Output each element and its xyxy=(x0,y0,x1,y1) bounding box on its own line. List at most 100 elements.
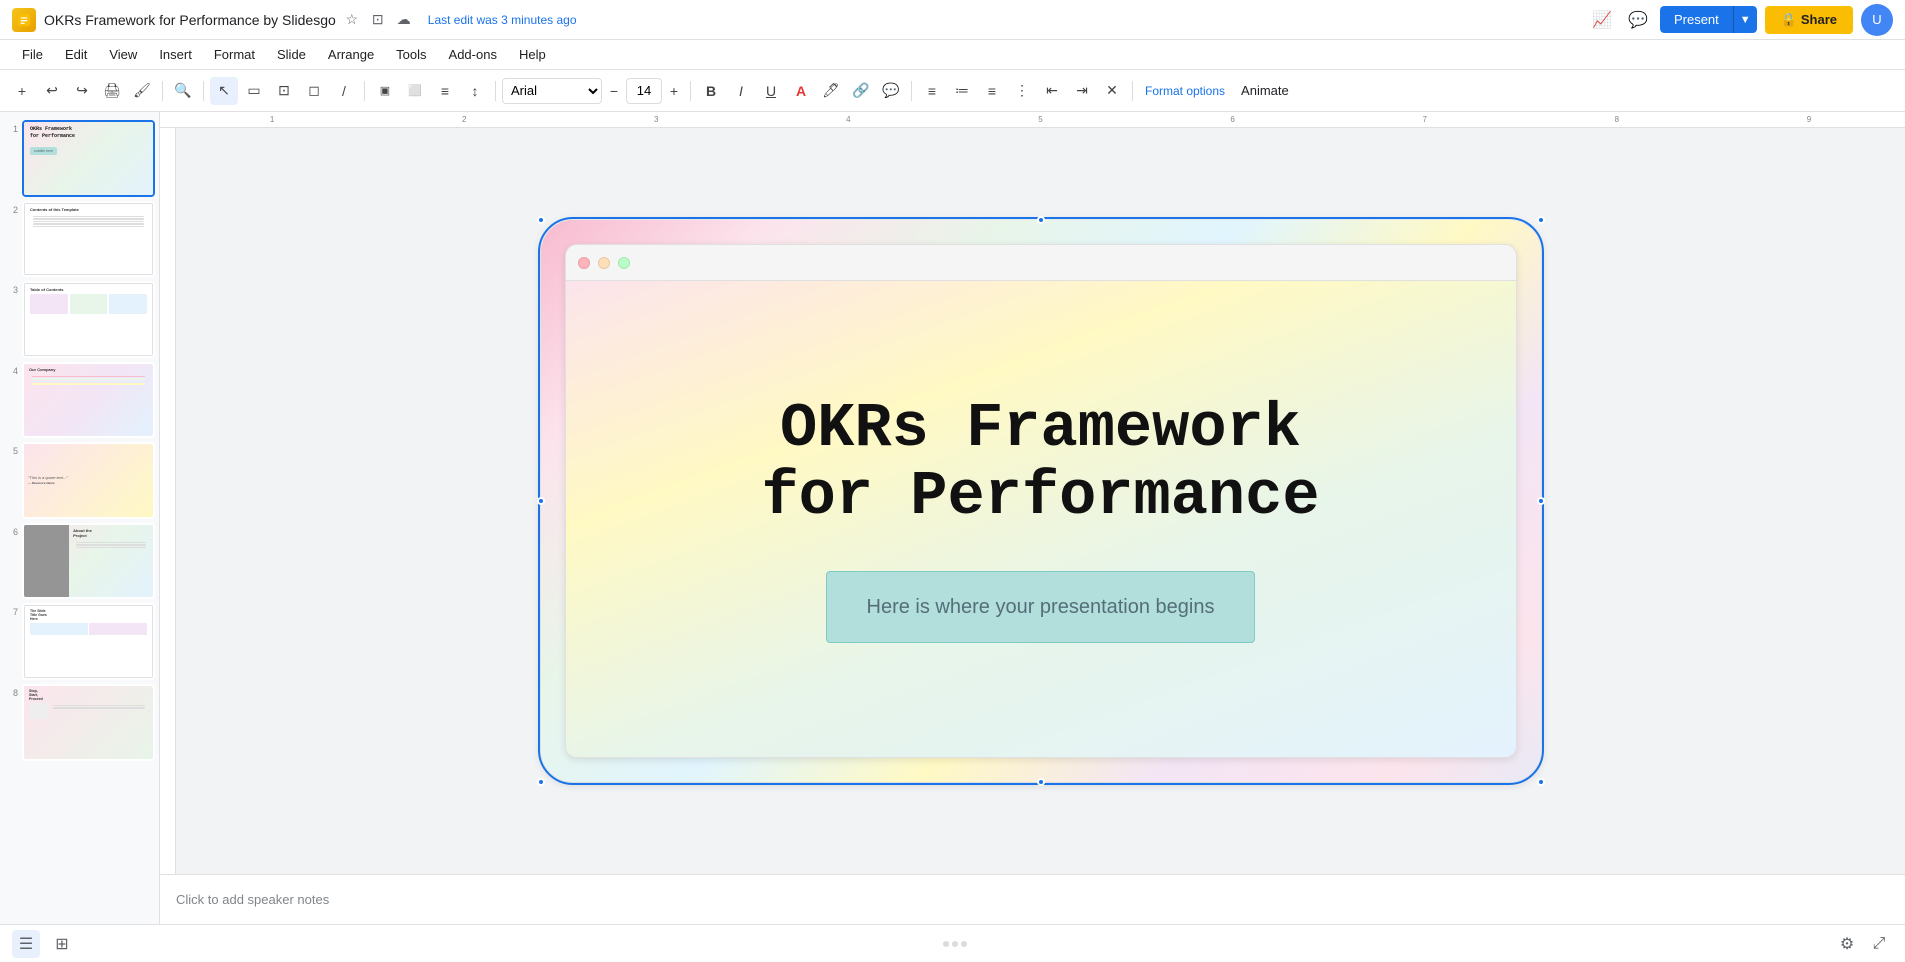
slide-viewport[interactable]: OKRs Framework for Performance Here is w… xyxy=(176,128,1905,874)
document-title[interactable]: OKRs Framework for Performance by Slides… xyxy=(44,12,336,28)
shapes-tool[interactable]: ◻ xyxy=(300,77,328,105)
dot-indicator xyxy=(961,941,967,947)
present-dropdown-button[interactable]: ▼ xyxy=(1733,6,1757,33)
border-color-button[interactable]: ⬜ xyxy=(401,77,429,105)
text-box-tool[interactable]: ▭ xyxy=(240,77,268,105)
increase-font-button[interactable]: + xyxy=(664,81,684,101)
text-color-button[interactable]: A xyxy=(787,77,815,105)
menu-view[interactable]: View xyxy=(99,43,147,66)
speaker-notes-placeholder[interactable]: Click to add speaker notes xyxy=(176,892,329,907)
thumb-num-1: 1 xyxy=(4,124,18,134)
highlight-button[interactable]: 🖊 xyxy=(817,77,845,105)
menu-addons[interactable]: Add-ons xyxy=(439,43,507,66)
thumb-slide-7[interactable]: The SlideTitle GoesHere xyxy=(22,603,155,680)
font-size-input[interactable] xyxy=(626,78,662,104)
line-tool[interactable]: / xyxy=(330,77,358,105)
thumb-slide-1[interactable]: OKRs Frameworkfor Performance subtitle h… xyxy=(22,120,155,197)
add-button[interactable]: + xyxy=(8,77,36,105)
align-button[interactable]: ≡ xyxy=(431,77,459,105)
grid-view-button[interactable]: ⊞ xyxy=(48,930,76,958)
thumbnail-5[interactable]: 5 "This is a quote text..." — Resource N… xyxy=(4,442,155,519)
user-avatar[interactable]: U xyxy=(1861,4,1893,36)
thumbnail-4[interactable]: 4 Our Company xyxy=(4,362,155,439)
slide-subtitle-box[interactable]: Here is where your presentation begins xyxy=(826,571,1256,643)
menu-insert[interactable]: Insert xyxy=(149,43,202,66)
ruler-vertical xyxy=(160,128,176,874)
text-align-button[interactable]: ≡ xyxy=(918,77,946,105)
share-button[interactable]: 🔒 Share xyxy=(1765,6,1853,34)
thumbnail-7[interactable]: 7 The SlideTitle GoesHere xyxy=(4,603,155,680)
list-options-button[interactable]: ⋮ xyxy=(1008,77,1036,105)
thumbnail-6[interactable]: 6 About theProject xyxy=(4,523,155,600)
handle-mr[interactable] xyxy=(1537,497,1545,505)
image-tool[interactable]: ⊡ xyxy=(270,77,298,105)
canvas-area: 1 2 3 4 5 6 7 8 9 xyxy=(160,112,1905,924)
expand-button[interactable]: ⤢ xyxy=(1865,930,1893,958)
thumb-slide-2[interactable]: Contents of this Template xyxy=(22,201,155,278)
browser-dot-red xyxy=(578,257,590,269)
star-icon[interactable]: ☆ xyxy=(342,10,362,30)
menu-edit[interactable]: Edit xyxy=(55,43,97,66)
handle-br[interactable] xyxy=(1537,778,1545,786)
italic-button[interactable]: I xyxy=(727,77,755,105)
line-spacing-button[interactable]: ↕ xyxy=(461,77,489,105)
handle-tr[interactable] xyxy=(1537,216,1545,224)
settings-button[interactable]: ⚙ xyxy=(1833,930,1861,958)
zoom-button[interactable]: 🔍 xyxy=(169,77,197,105)
thumb-slide-6[interactable]: About theProject xyxy=(22,523,155,600)
ruler-horizontal: 1 2 3 4 5 6 7 8 9 xyxy=(160,112,1905,128)
bg-color-button[interactable]: ▣ xyxy=(371,77,399,105)
thumb-slide-5[interactable]: "This is a quote text..." — Resource Nam… xyxy=(22,442,155,519)
thumbnail-8[interactable]: 8 Stop,Start,Proceed xyxy=(4,684,155,761)
handle-bc[interactable] xyxy=(1037,778,1045,786)
thumbnail-3[interactable]: 3 Table of Contents xyxy=(4,281,155,358)
handle-bl[interactable] xyxy=(537,778,545,786)
unordered-list-button[interactable]: ≡ xyxy=(978,77,1006,105)
folder-icon[interactable]: ⊡ xyxy=(368,10,388,30)
list-view-button[interactable]: ☰ xyxy=(12,930,40,958)
indent-increase-button[interactable]: ⇥ xyxy=(1068,77,1096,105)
menu-arrange[interactable]: Arrange xyxy=(318,43,384,66)
thumbnail-1[interactable]: 1 OKRs Frameworkfor Performance subtitle… xyxy=(4,120,155,197)
format-options-button[interactable]: Format options xyxy=(1139,80,1231,102)
toolbar: + ↩ ↪ 🖨 🖌 🔍 ↖ ▭ ⊡ ◻ / ▣ ⬜ ≡ ↕ Arial − + … xyxy=(0,70,1905,112)
link-button[interactable]: 🔗 xyxy=(847,77,875,105)
handle-tc[interactable] xyxy=(1037,216,1045,224)
font-selector[interactable]: Arial xyxy=(502,78,602,104)
redo-button[interactable]: ↪ xyxy=(68,77,96,105)
menu-tools[interactable]: Tools xyxy=(386,43,436,66)
undo-button[interactable]: ↩ xyxy=(38,77,66,105)
thumb-slide-4[interactable]: Our Company xyxy=(22,362,155,439)
slide-main-title[interactable]: OKRs Framework for Performance xyxy=(761,395,1319,531)
decrease-font-button[interactable]: − xyxy=(604,81,624,101)
ordered-list-button[interactable]: ≔ xyxy=(948,77,976,105)
bold-button[interactable]: B xyxy=(697,77,725,105)
animate-button[interactable]: Animate xyxy=(1233,79,1297,102)
thumbnail-2[interactable]: 2 Contents of this Template xyxy=(4,201,155,278)
last-edit-label[interactable]: Last edit was 3 minutes ago xyxy=(428,13,577,27)
handle-tl[interactable] xyxy=(537,216,545,224)
thumb-slide-8[interactable]: Stop,Start,Proceed xyxy=(22,684,155,761)
menu-file[interactable]: File xyxy=(12,43,53,66)
thumb-num-7: 7 xyxy=(4,607,18,617)
print-button[interactable]: 🖨 xyxy=(98,77,126,105)
cloud-icon[interactable]: ☁ xyxy=(394,10,414,30)
underline-button[interactable]: U xyxy=(757,77,785,105)
thumb-num-3: 3 xyxy=(4,285,18,295)
menu-slide[interactable]: Slide xyxy=(267,43,316,66)
thumb-slide-3[interactable]: Table of Contents xyxy=(22,281,155,358)
comment-toolbar-button[interactable]: 💬 xyxy=(877,77,905,105)
activity-icon[interactable]: 📈 xyxy=(1588,6,1616,34)
slide-canvas[interactable]: OKRs Framework for Performance Here is w… xyxy=(541,220,1541,782)
speaker-notes-area[interactable]: Click to add speaker notes xyxy=(160,874,1905,924)
paint-format-button[interactable]: 🖌 xyxy=(128,77,156,105)
browser-dot-green xyxy=(618,257,630,269)
clear-format-button[interactable]: ✕ xyxy=(1098,77,1126,105)
comment-icon[interactable]: 💬 xyxy=(1624,6,1652,34)
menu-format[interactable]: Format xyxy=(204,43,265,66)
indent-decrease-button[interactable]: ⇤ xyxy=(1038,77,1066,105)
menu-help[interactable]: Help xyxy=(509,43,556,66)
present-button[interactable]: Present xyxy=(1660,6,1733,33)
handle-ml[interactable] xyxy=(537,497,545,505)
cursor-tool[interactable]: ↖ xyxy=(210,77,238,105)
